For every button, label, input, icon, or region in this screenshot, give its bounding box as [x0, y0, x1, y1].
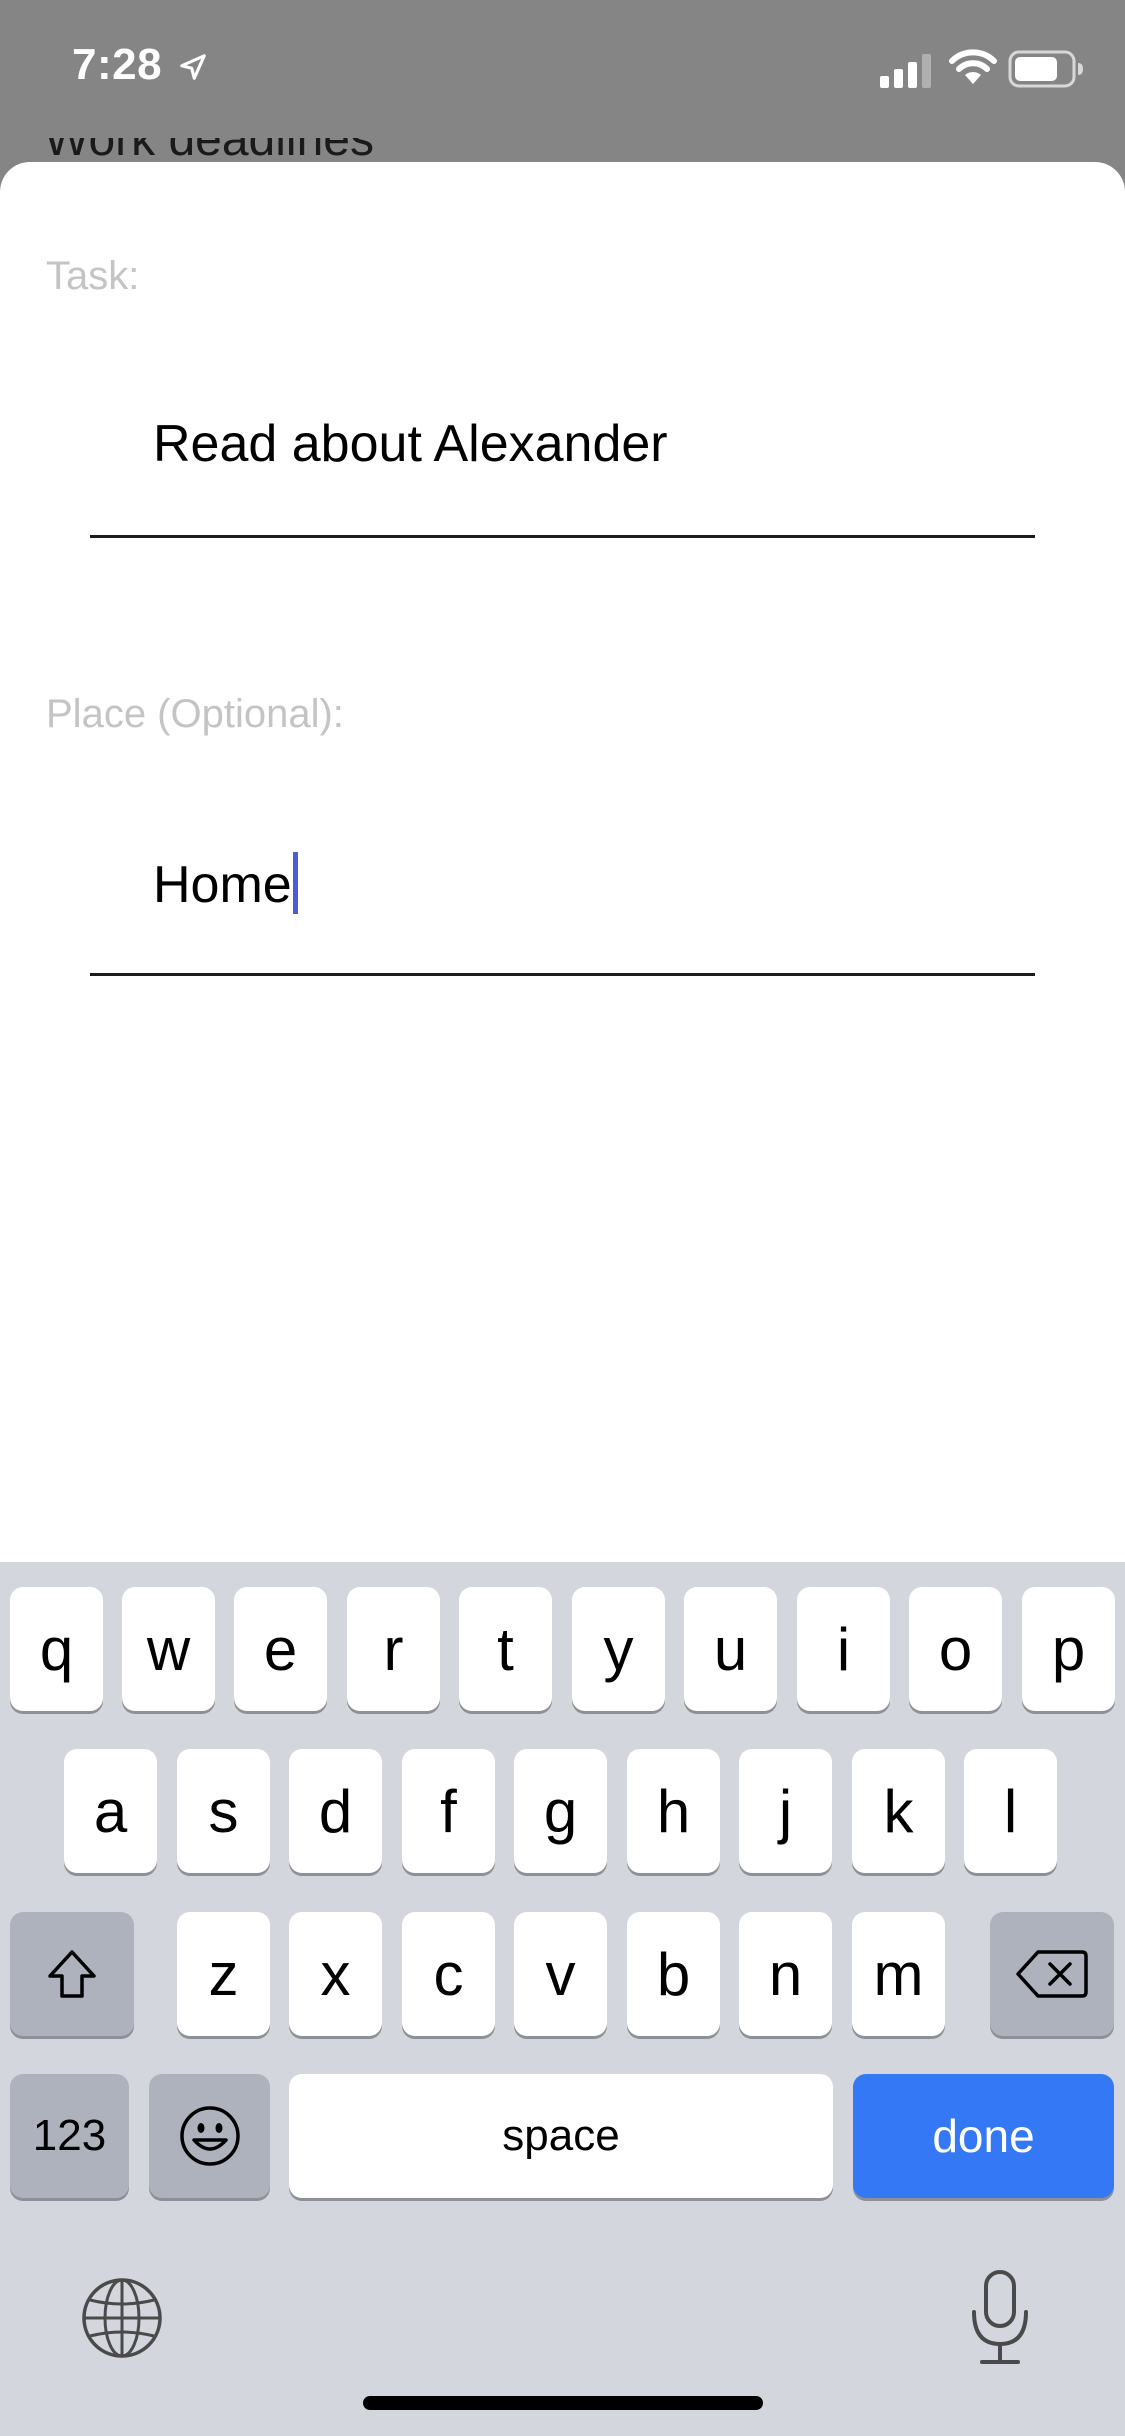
key-d[interactable]: d [289, 1749, 382, 1873]
key-p[interactable]: p [1022, 1587, 1115, 1711]
place-input[interactable]: Home [153, 852, 298, 915]
key-q[interactable]: q [10, 1587, 103, 1711]
location-arrow-icon [180, 54, 206, 80]
emoji-icon [179, 2106, 240, 2166]
key-j[interactable]: j [739, 1749, 832, 1873]
key-w[interactable]: w [122, 1587, 215, 1711]
key-m[interactable]: m [852, 1912, 945, 2036]
microphone-icon[interactable] [968, 2268, 1032, 2368]
signal-icon [880, 54, 931, 88]
key-v[interactable]: v [514, 1912, 607, 2036]
wifi-icon [949, 49, 997, 84]
task-label: Task: [46, 254, 140, 298]
shift-arrow-icon [48, 1950, 96, 1998]
key-e[interactable]: e [234, 1587, 327, 1711]
status-bar: 7:28 [0, 0, 1125, 150]
key-a[interactable]: a [64, 1749, 157, 1873]
key-h[interactable]: h [627, 1749, 720, 1873]
key-c[interactable]: c [402, 1912, 495, 2036]
place-input-underline [90, 973, 1035, 976]
key-g[interactable]: g [514, 1749, 607, 1873]
key-k[interactable]: k [852, 1749, 945, 1873]
key-z[interactable]: z [177, 1912, 270, 2036]
key-l[interactable]: l [964, 1749, 1057, 1873]
emoji-key[interactable] [149, 2074, 270, 2198]
key-o[interactable]: o [909, 1587, 1002, 1711]
shift-key[interactable] [10, 1912, 134, 2036]
add-task-sheet: Task: Read about Alexander Place (Option… [0, 162, 1125, 1562]
key-r[interactable]: r [347, 1587, 440, 1711]
key-n[interactable]: n [739, 1912, 832, 2036]
space-key[interactable]: space [289, 2074, 833, 2198]
numbers-key[interactable]: 123 [10, 2074, 129, 2198]
battery-icon [1008, 50, 1083, 88]
key-y[interactable]: y [572, 1587, 665, 1711]
home-indicator[interactable] [363, 2396, 763, 2410]
text-cursor [292, 852, 298, 914]
key-u[interactable]: u [684, 1587, 777, 1711]
key-b[interactable]: b [627, 1912, 720, 2036]
key-x[interactable]: x [289, 1912, 382, 2036]
backspace-icon [1016, 1950, 1088, 1998]
background-screen-title: Work deadlines [44, 138, 444, 160]
key-f[interactable]: f [402, 1749, 495, 1873]
place-label: Place (Optional): [46, 692, 344, 736]
key-t[interactable]: t [459, 1587, 552, 1711]
key-i[interactable]: i [797, 1587, 890, 1711]
globe-icon[interactable] [80, 2276, 164, 2360]
key-s[interactable]: s [177, 1749, 270, 1873]
backspace-key[interactable] [990, 1912, 1114, 2036]
task-input[interactable]: Read about Alexander [153, 414, 668, 474]
status-time: 7:28 [72, 40, 163, 89]
done-key[interactable]: done [853, 2074, 1114, 2198]
task-input-underline [90, 535, 1035, 538]
